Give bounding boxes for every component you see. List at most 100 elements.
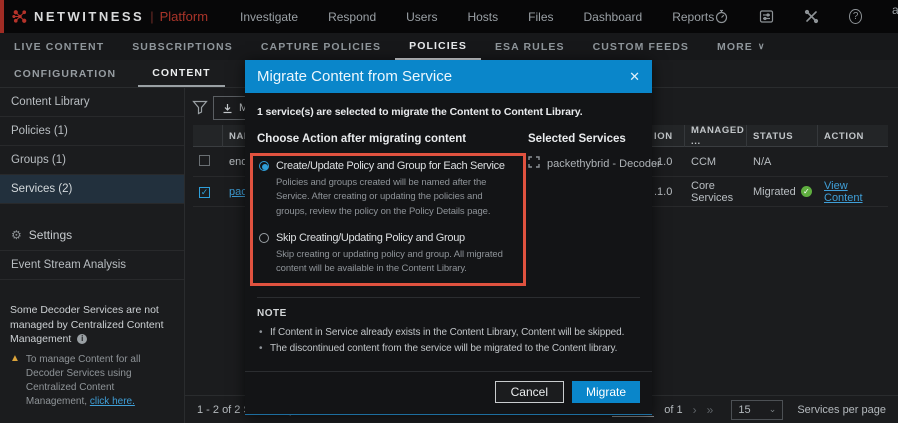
nav-dashboard[interactable]: Dashboard: [584, 10, 643, 24]
modal-intro-text: 1 service(s) are selected to migrate the…: [257, 106, 583, 118]
cell-status: Migrated ✓: [747, 186, 818, 198]
sidebar-item-settings[interactable]: ⚙ Settings: [0, 220, 184, 250]
chevron-down-icon: ⌄: [768, 404, 777, 414]
note-item: The discontinued content from the servic…: [257, 341, 640, 357]
of-label: of 1: [664, 403, 683, 416]
header-status[interactable]: STATUS: [747, 125, 818, 147]
sidebar-item-event-stream-analysis[interactable]: Event Stream Analysis: [0, 250, 184, 280]
header-action[interactable]: ACTION: [818, 125, 888, 147]
option-create-update-radio-row[interactable]: Create/Update Policy and Group for Each …: [259, 160, 514, 172]
option-description: Policies and groups created will be name…: [276, 177, 491, 217]
warning-triangle-icon: ▲: [10, 353, 20, 364]
option-label: Create/Update Policy and Group for Each …: [276, 160, 505, 172]
netwitness-logo[interactable]: NETWITNESS | Platform: [12, 9, 208, 25]
tab-capture-policies[interactable]: CAPTURE POLICIES: [247, 33, 395, 60]
nav-respond[interactable]: Respond: [328, 10, 376, 24]
selected-service-item: packethybrid - Decoder: [528, 156, 661, 171]
info-icon[interactable]: i: [77, 334, 88, 345]
user-name: admin: [891, 2, 898, 17]
brand-product: Platform: [159, 9, 209, 24]
modal-footer: Cancel Migrate: [245, 371, 652, 414]
note-list: If Content in Service already exists in …: [257, 325, 640, 357]
warning-title: Some Decoder Services are not managed by…: [10, 303, 168, 346]
view-content-link[interactable]: View Content: [824, 180, 863, 204]
cell-managed: CCM: [691, 155, 717, 168]
row-checkbox[interactable]: ✓: [199, 186, 210, 198]
option-description: Skip creating or updating policy and gro…: [276, 248, 503, 274]
tab-custom-feeds[interactable]: CUSTOM FEEDS: [579, 33, 703, 60]
migrate-button[interactable]: Migrate: [571, 381, 640, 404]
note-heading: NOTE: [257, 308, 287, 320]
help-icon[interactable]: ?: [849, 9, 862, 24]
nav-files[interactable]: Files: [528, 10, 553, 24]
tab-esa-rules[interactable]: ESA RULES: [481, 33, 579, 60]
choose-action-heading: Choose Action after migrating content: [257, 133, 467, 145]
netwitness-logo-icon: [12, 9, 28, 25]
radio-unselected-icon[interactable]: [259, 232, 269, 243]
option-skip: Skip Creating/Updating Policy and Group …: [259, 232, 514, 277]
click-here-link[interactable]: click here.: [90, 396, 135, 407]
tab-policies[interactable]: POLICIES: [395, 33, 481, 60]
success-check-icon: ✓: [800, 186, 812, 197]
sidebar-item-groups[interactable]: Groups (1): [0, 146, 184, 175]
modal-title: Migrate Content from Service: [257, 68, 453, 85]
decoder-service-icon: [528, 156, 540, 171]
sidebar-item-content-library[interactable]: Content Library: [0, 88, 184, 117]
filter-funnel-icon[interactable]: [192, 100, 208, 120]
last-page-icon[interactable]: »: [707, 403, 714, 417]
tab-more-label: MORE: [717, 40, 753, 53]
tab-subscriptions[interactable]: SUBSCRIPTIONS: [118, 33, 247, 60]
note-divider: [257, 297, 640, 299]
primary-nav: Investigate Respond Users Hosts Files Da…: [240, 10, 714, 24]
header-managed[interactable]: MANAGED ...: [685, 125, 747, 147]
page-size-select[interactable]: 15 ⌄: [731, 399, 784, 420]
selected-services-heading: Selected Services: [528, 133, 626, 145]
nav-reports[interactable]: Reports: [672, 10, 714, 24]
nav-users[interactable]: Users: [406, 10, 437, 24]
top-app-bar: NETWITNESS | Platform Investigate Respon…: [0, 0, 898, 33]
header-checkbox-col: [193, 125, 223, 147]
modal-header: Migrate Content from Service ✕: [245, 60, 652, 93]
cell-managed: Core Services: [691, 179, 734, 204]
download-icon: [223, 103, 232, 113]
jobs-icon[interactable]: [759, 9, 774, 25]
option-skip-radio-row[interactable]: Skip Creating/Updating Policy and Group: [259, 232, 514, 244]
brand-name: NETWITNESS: [34, 9, 145, 24]
status-text: Migrated: [753, 185, 796, 198]
warning-body: To manage Content for all Decoder Servic…: [26, 353, 168, 409]
cancel-button[interactable]: Cancel: [494, 381, 564, 404]
tab-live-content[interactable]: LIVE CONTENT: [0, 33, 118, 60]
module-nav: LIVE CONTENT SUBSCRIPTIONS CAPTURE POLIC…: [0, 33, 898, 60]
note-item: If Content in Service already exists in …: [257, 325, 640, 341]
modal-body: 1 service(s) are selected to migrate the…: [245, 93, 661, 357]
tab-content[interactable]: CONTENT: [138, 60, 225, 87]
user-menu[interactable]: admin ›: [892, 3, 898, 31]
settings-label: Settings: [28, 228, 73, 242]
brand-divider: |: [150, 9, 154, 24]
sidebar-item-policies[interactable]: Policies (1): [0, 117, 184, 146]
tab-configuration[interactable]: CONFIGURATION: [0, 60, 130, 87]
page-size-label: Services per page: [797, 403, 886, 416]
stopwatch-icon[interactable]: [714, 9, 729, 25]
page-size-value: 15: [738, 403, 751, 416]
close-icon[interactable]: ✕: [629, 69, 640, 85]
admin-tools-icon[interactable]: [804, 9, 819, 25]
cell-status: N/A: [753, 155, 772, 168]
nav-investigate[interactable]: Investigate: [240, 10, 298, 24]
option-create-update: Create/Update Policy and Group for Each …: [259, 160, 514, 219]
sidebar-item-services[interactable]: Services (2): [0, 175, 184, 204]
row-checkbox[interactable]: [199, 154, 210, 166]
tab-more[interactable]: MORE ∨: [703, 33, 779, 60]
brand-red-strip: [0, 0, 4, 33]
option-label: Skip Creating/Updating Policy and Group: [276, 231, 465, 244]
gear-icon: ⚙: [11, 228, 22, 242]
migrate-content-modal: Migrate Content from Service ✕ 1 service…: [245, 60, 661, 416]
sidebar: Content Library Policies (1) Groups (1) …: [0, 88, 185, 423]
selected-service-name: packethybrid - Decoder: [547, 157, 661, 170]
choose-action-section: Choose Action after migrating content Cr…: [250, 133, 526, 287]
topbar-utilities: ? admin ›: [714, 3, 898, 31]
next-page-icon[interactable]: ›: [693, 403, 697, 417]
nav-hosts[interactable]: Hosts: [467, 10, 498, 24]
radio-selected-icon[interactable]: [259, 161, 269, 171]
action-options: Create/Update Policy and Group for Each …: [250, 153, 526, 287]
